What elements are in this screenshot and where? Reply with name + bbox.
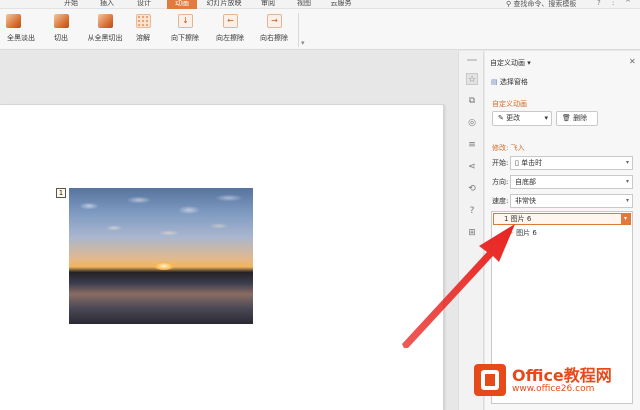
custom-animation-panel: 自定义动画 ▾ ✕ ▤ 选择窗格 自定义动画 ✎ 更改 ▾ 🗑 删除 修改: 飞… bbox=[485, 51, 640, 410]
change-label: 更改 bbox=[506, 114, 521, 122]
star-icon[interactable]: ☆ bbox=[466, 73, 478, 85]
sunset-photo[interactable] bbox=[69, 188, 253, 324]
slides-icon[interactable]: ⧉ bbox=[466, 95, 478, 107]
tab-design[interactable]: 设计 bbox=[133, 0, 155, 9]
select-pane-label: 选择窗格 bbox=[499, 78, 528, 86]
speed-label: 速度: bbox=[492, 197, 509, 205]
tab-animation[interactable]: 动画 bbox=[167, 0, 197, 9]
star-effect-icon: ✦ bbox=[508, 229, 517, 237]
collapse-ribbon-icon[interactable]: ^ bbox=[625, 0, 631, 7]
start-label: 开始: bbox=[492, 159, 509, 167]
app-window: 开始 插入 设计 动画 幻灯片放映 审阅 视图 云服务 ⚲ 查找命令、搜索模板 … bbox=[0, 0, 640, 410]
close-icon[interactable]: ✕ bbox=[629, 57, 636, 66]
tab-review[interactable]: 审阅 bbox=[257, 0, 279, 9]
apps-icon[interactable]: ⊞ bbox=[466, 227, 478, 239]
cut-from-black-icon bbox=[98, 14, 113, 28]
direction-select[interactable]: 自底部 ▾ bbox=[510, 175, 633, 189]
properties-icon[interactable]: ≡ bbox=[466, 139, 478, 151]
ribbon-effects: 全黑淡出 切出 从全黑切出 溶解 ↓ 向下擦除 ← 向左擦除 → 向右擦除 ▾ bbox=[0, 9, 640, 50]
search-icon: ⚲ bbox=[506, 0, 512, 8]
share-icon[interactable]: ⋖ bbox=[466, 161, 478, 173]
section-label: 自定义动画 bbox=[492, 100, 527, 108]
animation-list-item[interactable]: ✦ 图片 6 bbox=[508, 228, 537, 238]
pencil-icon: ✎ bbox=[498, 114, 504, 122]
strip-grip bbox=[467, 59, 477, 61]
direction-value: 自底部 bbox=[515, 178, 536, 186]
office-logo-icon bbox=[474, 364, 506, 396]
list-item-label: 1 图片 6 bbox=[504, 215, 532, 223]
search-text: 查找命令、搜索模板 bbox=[513, 0, 577, 8]
watermark-url: www.office26.com bbox=[512, 384, 595, 394]
wipe-right-icon: → bbox=[267, 14, 282, 28]
tab-insert[interactable]: 插入 bbox=[96, 0, 118, 9]
direction-label: 方向: bbox=[492, 178, 509, 186]
delete-button[interactable]: 🗑 删除 bbox=[556, 111, 598, 126]
animation-order-badge[interactable]: 1 bbox=[56, 188, 66, 198]
watermark-title: Office教程网 bbox=[512, 366, 612, 385]
tab-slideshow[interactable]: 幻灯片放映 bbox=[204, 0, 244, 9]
effect-wipe-down-button[interactable]: ↓ 向下擦除 bbox=[164, 14, 206, 48]
ribbon-divider bbox=[298, 13, 299, 47]
effect-wipe-right-button[interactable]: → 向右擦除 bbox=[253, 14, 295, 48]
wipe-left-icon: ← bbox=[223, 14, 238, 28]
history-icon[interactable]: ⟲ bbox=[466, 183, 478, 195]
list-item-label: 图片 6 bbox=[516, 229, 537, 237]
start-select[interactable]: ▯ 单击时 ▾ bbox=[510, 156, 633, 170]
task-pane-strip: ☆ ⧉ ◎ ≡ ⋖ ⟲ ? ⊞ bbox=[458, 51, 484, 410]
command-search[interactable]: ⚲ 查找命令、搜索模板 bbox=[506, 0, 576, 9]
effect-cut-out-button[interactable]: 切出 bbox=[40, 14, 82, 48]
more-icon[interactable]: : bbox=[612, 0, 614, 7]
ribbon-tab-bar: 开始 插入 设计 动画 幻灯片放映 审阅 视图 云服务 ⚲ 查找命令、搜索模板 … bbox=[0, 0, 640, 9]
help-icon[interactable]: ? bbox=[597, 0, 601, 7]
cut-out-icon bbox=[54, 14, 69, 28]
logo-mark bbox=[481, 370, 499, 390]
effect-wipe-left-button[interactable]: ← 向左擦除 bbox=[209, 14, 251, 48]
chevron-down-icon: ▾ bbox=[625, 159, 629, 166]
chevron-down-icon: ▾ bbox=[544, 114, 548, 122]
tab-view[interactable]: 视图 bbox=[293, 0, 315, 9]
speed-select[interactable]: 非常快 ▾ bbox=[510, 194, 633, 208]
watermark: Office教程网 www.office26.com bbox=[474, 360, 634, 406]
chevron-down-icon[interactable]: ▾ bbox=[527, 59, 531, 67]
tab-cloud[interactable]: 云服务 bbox=[327, 0, 355, 9]
chevron-down-icon: ▾ bbox=[625, 178, 629, 185]
chevron-down-icon: ▾ bbox=[625, 197, 629, 204]
animation-list-item[interactable]: 1 图片 6 ▾ bbox=[493, 213, 631, 225]
wipe-down-icon: ↓ bbox=[178, 14, 193, 28]
select-pane-icon: ▤ bbox=[491, 78, 498, 86]
speed-value: 非常快 bbox=[515, 197, 536, 205]
gallery-expand-icon[interactable]: ▾ bbox=[301, 39, 305, 47]
fade-black-icon bbox=[6, 14, 21, 28]
trash-icon: 🗑 bbox=[562, 114, 571, 122]
select-pane-button[interactable]: ▤ 选择窗格 bbox=[491, 77, 528, 87]
photo-sun bbox=[154, 262, 174, 270]
shapes-icon[interactable]: ◎ bbox=[466, 117, 478, 129]
tab-home[interactable]: 开始 bbox=[60, 0, 82, 9]
help-circle-icon[interactable]: ? bbox=[466, 205, 478, 217]
dissolve-icon bbox=[136, 14, 151, 28]
delete-label: 删除 bbox=[573, 114, 588, 122]
start-value: 单击时 bbox=[521, 159, 543, 167]
chevron-down-icon[interactable]: ▾ bbox=[621, 214, 630, 224]
effect-label: 向右擦除 bbox=[260, 34, 288, 42]
panel-title: 自定义动画 ▾ bbox=[490, 58, 531, 68]
modify-label: 修改: 飞入 bbox=[492, 144, 525, 152]
panel-title-text: 自定义动画 bbox=[490, 59, 525, 67]
change-button[interactable]: ✎ 更改 ▾ bbox=[492, 111, 552, 126]
photo-clouds bbox=[69, 188, 253, 258]
